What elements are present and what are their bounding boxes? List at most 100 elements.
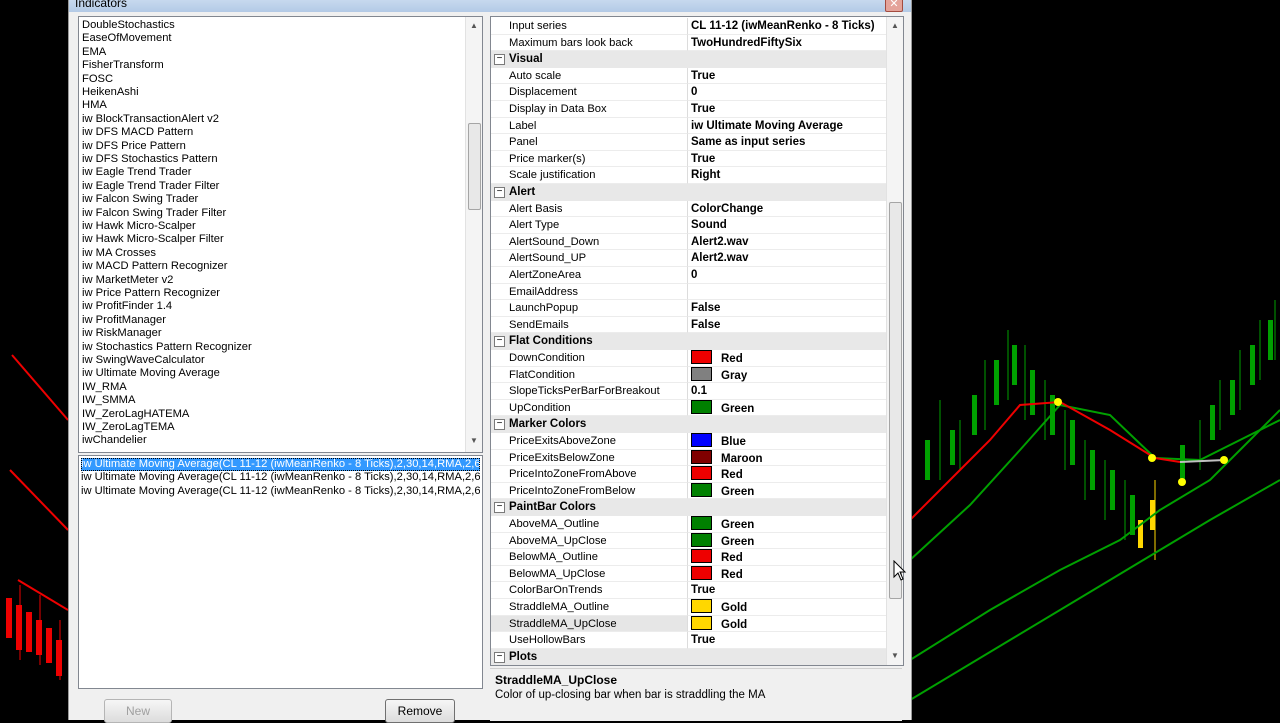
property-category[interactable]: − Marker Colors [491,416,886,433]
property-value[interactable] [688,284,886,301]
property-row[interactable]: SendEmails False [491,316,886,334]
property-value[interactable]: Red [688,350,886,367]
indicator-list-item[interactable]: iw Ultimate Moving Average [82,367,220,380]
scroll-down-icon[interactable]: ▼ [466,434,482,448]
applied-indicator-item[interactable]: iw Ultimate Moving Average(CL 11-12 (iwM… [81,458,480,472]
indicator-list-item[interactable]: IW_ZeroLagHATEMA [82,408,189,421]
property-row[interactable]: BelowMA_Outline Red [491,549,886,566]
scroll-thumb[interactable] [468,123,481,210]
property-value[interactable]: Maroon [688,449,886,467]
indicator-list-item[interactable]: EMA [82,46,106,59]
collapse-icon[interactable]: − [494,502,505,514]
indicator-list-item[interactable]: iw Eagle Trend Trader Filter [82,180,219,193]
property-value[interactable]: True [688,68,886,85]
property-value[interactable]: Red [688,466,886,483]
property-row[interactable]: AlertZoneArea 0 [491,267,886,284]
property-row[interactable]: Alert Basis ColorChange [491,200,886,218]
indicator-list-item[interactable]: iw ProfitManager [82,314,166,327]
collapse-icon[interactable]: − [494,336,505,348]
new-button[interactable]: New [104,699,172,723]
property-category[interactable]: − Alert [491,184,886,201]
property-value[interactable]: Blue [688,433,886,450]
property-row[interactable]: Input series CL 11-12 (iwMeanRenko - 8 Ti… [491,18,886,35]
scroll-down-icon[interactable]: ▼ [887,649,903,663]
property-row[interactable]: Scale justification Right [491,167,886,184]
indicator-list-item[interactable]: HMA [82,99,107,112]
property-row[interactable]: EmailAddress [491,283,886,301]
scroll-up-icon[interactable]: ▲ [887,19,903,33]
property-row[interactable]: SlopeTicksPerBarForBreakout 0.1 [491,383,886,400]
indicator-list-item[interactable]: iw DFS MACD Pattern [82,126,193,139]
property-value[interactable]: True [688,582,886,599]
property-value[interactable]: Green [688,516,886,533]
property-row[interactable]: Alert Type Sound [491,217,886,234]
indicator-list-item[interactable]: FisherTransform [82,59,164,72]
property-value[interactable]: False [688,300,886,317]
property-value[interactable]: iw Ultimate Moving Average [688,118,886,135]
property-row[interactable]: AboveMA_Outline Green [491,516,886,533]
collapse-icon[interactable]: − [494,54,505,66]
property-value[interactable]: Red [688,549,886,566]
property-row[interactable]: UpCondition Green [491,399,886,417]
indicator-list-item[interactable]: iw MACD Pattern Recognizer [82,260,228,273]
indicator-list-item[interactable]: iw MarketMeter v2 [82,274,173,287]
property-value[interactable]: Gold [688,599,886,616]
indicator-list-item[interactable]: IW_SMMA [82,394,135,407]
indicator-list-item[interactable]: iw Stochastics Pattern Recognizer [82,341,252,354]
collapse-icon[interactable]: − [494,651,505,663]
property-value[interactable]: True [688,151,886,168]
indicator-list-item[interactable]: iw Falcon Swing Trader Filter [82,207,226,220]
property-category[interactable]: − Plots [491,648,886,665]
property-value[interactable]: 0 [688,267,886,284]
property-value[interactable]: TwoHundredFiftySix [688,35,886,52]
property-row[interactable]: Panel Same as input series [491,134,886,151]
property-value[interactable]: True [688,632,886,649]
property-row[interactable]: ColorBarOnTrends True [491,582,886,599]
property-row[interactable]: PriceExitsBelowZone Maroon [491,449,886,467]
property-value[interactable]: CL 11-12 (iwMeanRenko - 8 Ticks) [688,18,886,35]
property-value[interactable]: Alert2.wav [688,234,886,251]
indicator-list-item[interactable]: iw MA Crosses [82,247,156,260]
property-value[interactable]: Alert2.wav [688,250,886,267]
property-value[interactable]: Right [688,167,886,184]
indicator-list-item[interactable]: iw SwingWaveCalculator [82,354,205,367]
property-grid[interactable]: Input series CL 11-12 (iwMeanRenko - 8 Ti… [490,16,904,666]
property-value[interactable]: 0.1 [688,383,886,400]
property-row[interactable]: StraddleMA_UpClose Gold [491,615,886,633]
property-row[interactable]: Displacement 0 [491,84,886,101]
property-value[interactable]: Green [688,532,886,550]
property-row[interactable]: DownCondition Red [491,350,886,367]
property-row[interactable]: UseHollowBars True [491,632,886,649]
indicator-list-item[interactable]: iw RiskManager [82,327,162,340]
property-row[interactable]: Price marker(s) True [491,150,886,168]
indicator-list-item[interactable]: iw ProfitFinder 1.4 [82,300,172,313]
property-value[interactable]: Green [688,399,886,417]
property-value[interactable]: Sound [688,217,886,234]
scroll-up-icon[interactable]: ▲ [466,19,482,33]
close-icon[interactable]: ✕ [885,0,903,12]
indicator-list-item[interactable]: iw Eagle Trend Trader [82,166,191,179]
property-row[interactable]: AlertSound_Down Alert2.wav [491,233,886,251]
property-row[interactable]: Auto scale True [491,67,886,85]
property-value[interactable]: 0 [688,84,886,101]
property-row[interactable]: Maximum bars look back TwoHundredFiftySix [491,34,886,52]
property-row[interactable]: AlertSound_UP Alert2.wav [491,250,886,267]
applied-indicator-item[interactable]: iw Ultimate Moving Average(CL 11-12 (iwM… [81,485,480,498]
property-category[interactable]: − PaintBar Colors [491,499,886,516]
property-category[interactable]: − Visual [491,51,886,68]
indicator-list-item[interactable]: iw DFS Stochastics Pattern [82,153,218,166]
indicator-list-item[interactable]: EaseOfMovement [82,32,172,45]
indicator-list-item[interactable]: iw Hawk Micro-Scalper Filter [82,233,224,246]
indicator-list-item[interactable]: FOSC [82,73,113,86]
property-row[interactable]: PriceIntoZoneFromAbove Red [491,466,886,483]
property-category[interactable]: − Flat Conditions [491,333,886,350]
property-value[interactable]: ColorChange [688,201,886,218]
property-row[interactable]: Label iw Ultimate Moving Average [491,117,886,135]
property-row[interactable]: BelowMA_UpClose Red [491,565,886,583]
property-row[interactable]: PriceIntoZoneFromBelow Green [491,482,886,500]
indicator-list[interactable]: DoubleStochastics EaseOfMovement EMA Fisher… [78,16,483,453]
property-value[interactable]: Same as input series [688,134,886,151]
property-row[interactable]: PriceExitsAboveZone Blue [491,433,886,450]
indicator-list-item[interactable]: DoubleStochastics [82,19,175,32]
property-row[interactable]: AboveMA_UpClose Green [491,532,886,550]
